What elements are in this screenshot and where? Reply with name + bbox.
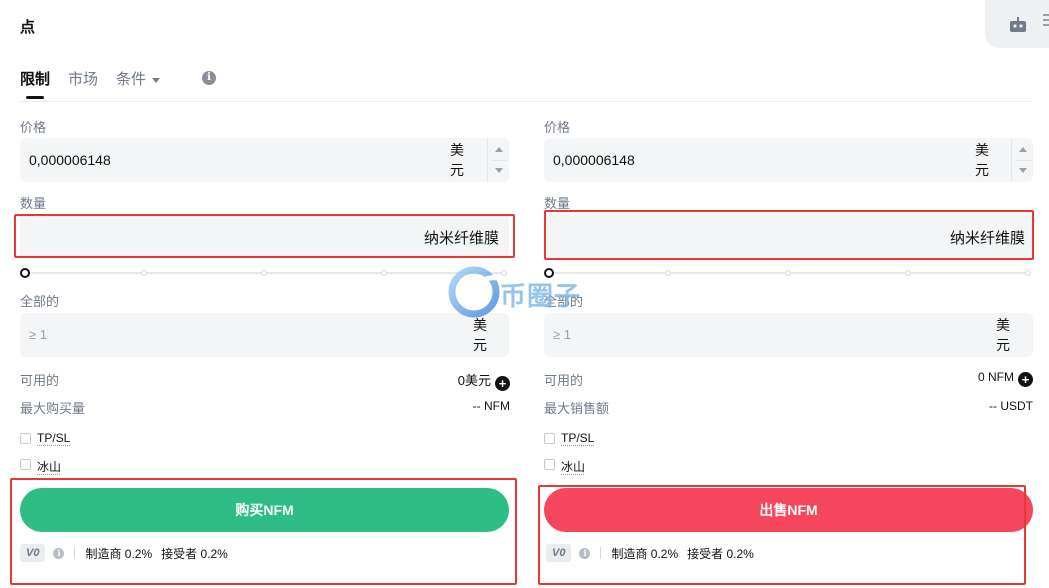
divider (74, 547, 76, 559)
iceberg-label[interactable]: 冰山 (561, 458, 585, 475)
total-placeholder: ≥ 1 (553, 327, 571, 342)
tpsl-label[interactable]: TP/SL (37, 431, 70, 445)
vip-badge[interactable]: V0 (20, 544, 46, 562)
sell-form: 价格 0,000006148 美 元 数量 纳米纤维膜 全部的 ≥ 1 美 元 … (538, 0, 1034, 588)
highlight-box (544, 210, 1034, 260)
maker-fee: 制造商 0.2% (611, 546, 679, 561)
total-placeholder: ≥ 1 (29, 327, 47, 342)
total-unit-bottom: 元 (996, 337, 1010, 353)
price-value: 0,000006148 (29, 152, 111, 168)
buy-form: 价格 0,000006148 美 元 数量 纳米纤维膜 全部的 ≥ 1 美 元 … (10, 0, 517, 588)
total-unit-top: 美 (996, 317, 1010, 333)
menu-icon[interactable] (1043, 14, 1049, 26)
iceberg-label[interactable]: 冰山 (37, 458, 61, 475)
stepper-divider (1015, 160, 1031, 161)
available-value: 0美元 (457, 373, 491, 388)
add-funds-icon[interactable]: + (1018, 372, 1033, 387)
price-value: 0,000006148 (553, 152, 635, 168)
watermark-logo-icon (448, 266, 500, 318)
price-unit-bottom: 元 (450, 162, 464, 178)
spot-trade-panel: 点 限制 市场 条件 i 价格 0,000006148 美 元 数量 纳米纤维膜 (0, 0, 1049, 588)
add-funds-icon[interactable]: + (495, 376, 510, 391)
max-buy-label: 最大购买量 (20, 401, 86, 416)
available-row: 0美元 + (458, 370, 510, 391)
taker-fee: 接受者 0.2% (687, 546, 754, 561)
available-label: 可用的 (544, 373, 584, 388)
price-stepper[interactable] (1011, 138, 1033, 182)
info-icon[interactable]: i (579, 547, 591, 559)
maker-fee: 制造商 0.2% (85, 546, 153, 561)
max-sell-value: -- USDT (989, 399, 1033, 413)
available-value: 0 NFM (978, 370, 1014, 384)
increment-icon[interactable] (495, 147, 503, 152)
price-unit-top: 美 (450, 142, 464, 158)
total-input[interactable]: ≥ 1 美 元 (20, 313, 509, 357)
slider-tick[interactable] (1025, 270, 1031, 276)
highlight-box (538, 485, 1026, 585)
tpsl-label[interactable]: TP/SL (561, 431, 594, 445)
slider-tick[interactable] (665, 270, 671, 276)
max-buy-value: -- NFM (472, 399, 510, 413)
slider-tick[interactable] (905, 270, 911, 276)
fee-row: V0 i 制造商 0.2% 接受者 0.2% (546, 543, 754, 563)
vip-badge[interactable]: V0 (546, 544, 572, 562)
total-unit-bottom: 元 (473, 337, 487, 353)
price-unit-top: 美 (975, 142, 989, 158)
tpsl-checkbox[interactable] (20, 433, 31, 444)
max-sell-label: 最大销售额 (544, 401, 610, 416)
taker-fee: 接受者 0.2% (161, 546, 228, 561)
total-input[interactable]: ≥ 1 美 元 (544, 313, 1033, 357)
watermark-text: 币圈子 (500, 282, 582, 312)
divider (600, 547, 602, 559)
price-unit-bottom: 元 (975, 162, 989, 178)
amount-slider[interactable] (544, 266, 1033, 280)
available-row: 0 NFM + (978, 370, 1033, 387)
slider-tick[interactable] (141, 270, 147, 276)
info-icon[interactable]: i (53, 547, 65, 559)
decrement-icon[interactable] (495, 168, 503, 173)
price-label: 价格 (544, 120, 571, 135)
iceberg-checkbox[interactable] (544, 459, 555, 470)
quantity-label: 数量 (20, 196, 47, 211)
fee-row: V0 i 制造商 0.2% 接受者 0.2% (20, 543, 228, 563)
stepper-divider (491, 160, 507, 161)
slider-tick[interactable] (261, 270, 267, 276)
iceberg-checkbox[interactable] (20, 459, 31, 470)
tpsl-checkbox[interactable] (544, 433, 555, 444)
available-label: 可用的 (20, 373, 60, 388)
price-label: 价格 (20, 120, 47, 135)
amount-slider[interactable] (20, 266, 509, 280)
watermark: 币圈子 (448, 264, 608, 324)
highlight-box (14, 214, 515, 258)
total-label: 全部的 (20, 294, 60, 309)
price-input[interactable]: 0,000006148 美 元 (544, 138, 1033, 182)
increment-icon[interactable] (1019, 147, 1027, 152)
highlight-box (10, 478, 517, 585)
slider-tick[interactable] (785, 270, 791, 276)
price-stepper[interactable] (487, 138, 509, 182)
price-input[interactable]: 0,000006148 美 元 (20, 138, 509, 182)
slider-handle[interactable] (20, 268, 30, 278)
slider-tick[interactable] (381, 270, 387, 276)
decrement-icon[interactable] (1019, 168, 1027, 173)
